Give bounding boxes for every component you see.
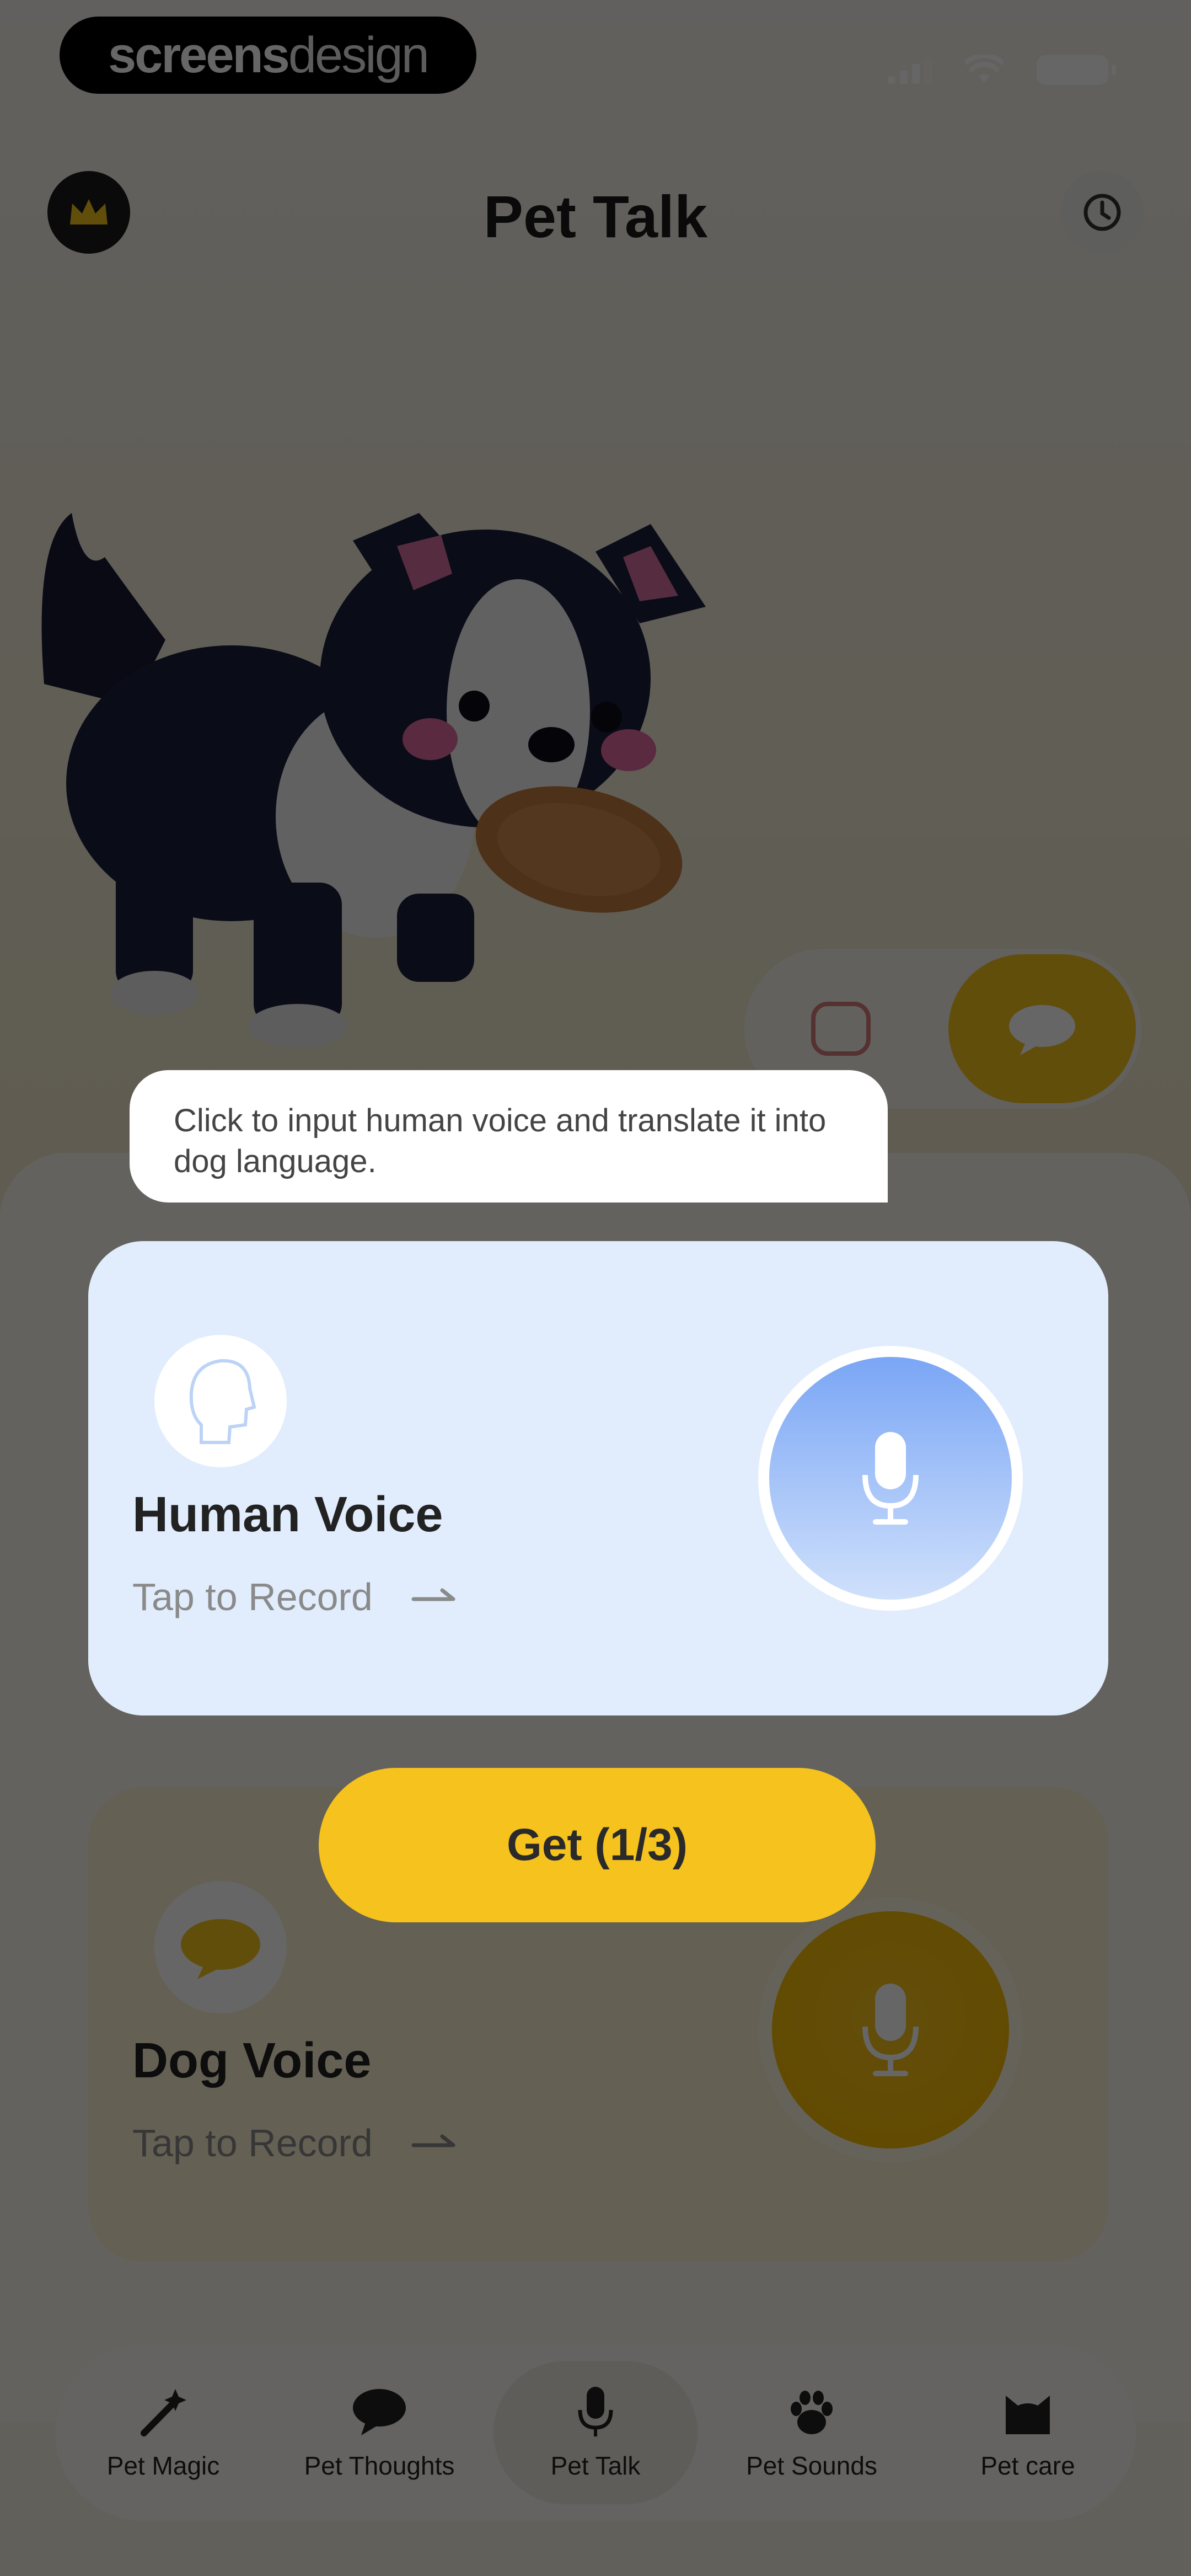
tooltip-pointer bbox=[849, 1164, 888, 1203]
tab-pet-sounds[interactable]: Pet Sounds bbox=[710, 2361, 914, 2504]
dog-voice-title: Dog Voice bbox=[132, 2033, 372, 2088]
dog-tap-record-label: Tap to Record bbox=[132, 2121, 373, 2165]
dog-voice-subtitle[interactable]: Tap to Record bbox=[132, 2121, 461, 2165]
speech-bubble-icon bbox=[353, 2389, 406, 2435]
human-tap-record-label: Tap to Record bbox=[132, 1575, 373, 1618]
magic-wand-icon bbox=[141, 2389, 186, 2436]
tab-pet-care-label: Pet care bbox=[980, 2451, 1075, 2480]
arrow-right-icon bbox=[411, 1588, 455, 1601]
dog-illustration bbox=[22, 474, 739, 1081]
signal-icon bbox=[888, 56, 932, 84]
brand-watermark: screens design bbox=[60, 17, 476, 94]
status-bar: screens design bbox=[0, 0, 1191, 110]
bottom-tab-bar: Pet Magic Pet Thoughts Pet Talk Pet Soun… bbox=[55, 2344, 1136, 2521]
tab-pet-thoughts[interactable]: Pet Thoughts bbox=[277, 2361, 481, 2504]
human-mode-icon[interactable] bbox=[800, 987, 882, 1070]
app-screen: screens design Pet Talk Dog Voice Tap to… bbox=[0, 0, 1191, 2576]
human-voice-title: Human Voice bbox=[132, 1487, 443, 1542]
clock-history-icon[interactable] bbox=[1061, 171, 1144, 254]
tab-pet-thoughts-label: Pet Thoughts bbox=[304, 2451, 455, 2480]
page-title: Pet Talk bbox=[483, 183, 708, 250]
brand-bold-text: screens bbox=[108, 26, 290, 83]
header: Pet Talk bbox=[0, 160, 1191, 270]
brand-light-text: design bbox=[288, 26, 430, 83]
human-head-icon bbox=[154, 1335, 287, 1467]
battery-icon bbox=[1037, 55, 1116, 85]
tab-pet-sounds-label: Pet Sounds bbox=[746, 2451, 877, 2480]
microphone-icon bbox=[862, 1432, 919, 1525]
microphone-icon bbox=[578, 2387, 613, 2436]
onboarding-tooltip: Click to input human voice and translate… bbox=[130, 1070, 888, 1203]
dog-mode-speech-bubble-icon[interactable] bbox=[948, 954, 1136, 1103]
paw-icon bbox=[791, 2391, 833, 2434]
tab-pet-talk[interactable]: Pet Talk bbox=[493, 2361, 698, 2504]
human-voice-subtitle[interactable]: Tap to Record bbox=[132, 1575, 461, 1619]
status-icons bbox=[888, 55, 1116, 85]
tab-pet-care[interactable]: Pet care bbox=[926, 2361, 1130, 2504]
get-button[interactable]: Get (1/3) bbox=[319, 1768, 876, 1922]
dog-record-button[interactable] bbox=[758, 1898, 1023, 2162]
arrow-right-icon bbox=[411, 2134, 455, 2147]
wifi-icon bbox=[965, 55, 1004, 83]
human-voice-card[interactable]: Human Voice Tap to Record bbox=[88, 1241, 1108, 1715]
human-record-button[interactable] bbox=[758, 1346, 1023, 1611]
tab-pet-magic[interactable]: Pet Magic bbox=[61, 2361, 265, 2504]
tab-pet-magic-label: Pet Magic bbox=[106, 2451, 220, 2480]
cat-face-icon bbox=[1006, 2396, 1050, 2434]
dog-bubble-icon bbox=[154, 1881, 287, 2013]
tab-pet-talk-label: Pet Talk bbox=[550, 2451, 641, 2480]
microphone-icon bbox=[862, 1984, 919, 2076]
